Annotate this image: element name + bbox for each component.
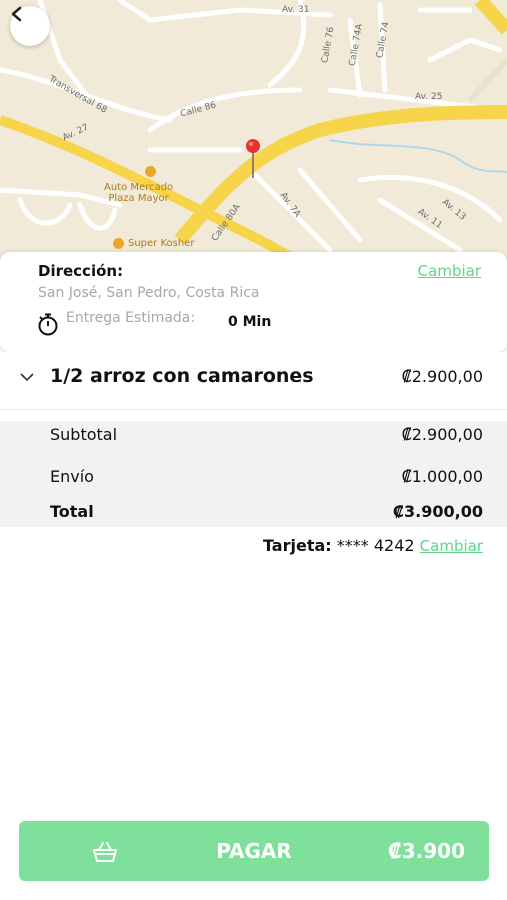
item-name: 1/2 arroz con camarones: [50, 365, 314, 387]
map-view[interactable]: Av. 31 Transversal 68 Av. 27 Calle 86 Ca…: [0, 0, 507, 262]
back-arrow-icon: [11, 6, 22, 22]
poi-label: Auto Mercado Plaza Mayor: [104, 182, 174, 204]
total-value: ₡3.900,00: [392, 502, 483, 521]
item-price: ₡2.900,00: [401, 367, 483, 386]
eta-label: Entrega Estimada:: [66, 310, 196, 326]
order-summary: Subtotal ₡2.900,00 Envío ₡1.000,00 Total…: [0, 421, 507, 527]
street-label: Av. 25: [415, 92, 443, 102]
change-address-link[interactable]: Cambiar: [418, 262, 481, 280]
poi-label: Super Kosher: [128, 238, 195, 249]
shop-icon: [145, 166, 156, 177]
card-number: **** 4242: [336, 536, 415, 555]
subtotal-label: Subtotal: [50, 425, 118, 444]
eta-value: 0 Min: [228, 314, 272, 330]
change-card-link[interactable]: Cambiar: [420, 537, 483, 555]
shipping-label: Envío: [50, 467, 94, 486]
address-title: Dirección:: [38, 262, 124, 280]
subtotal-value: ₡2.900,00: [401, 425, 483, 444]
total-label: Total: [50, 502, 94, 521]
address-text: San José, San Pedro, Costa Rica: [38, 285, 260, 301]
order-item-row[interactable]: 1/2 arroz con camarones ₡2.900,00: [0, 352, 507, 410]
pay-button-amount: ₡3.900: [387, 839, 465, 863]
card-label: Tarjeta:: [262, 536, 332, 555]
shipping-value: ₡1.000,00: [401, 467, 483, 486]
map-pin-icon: [246, 139, 260, 178]
address-card: Dirección: Cambiar San José, San Pedro, …: [0, 252, 507, 352]
shop-icon: [113, 238, 124, 249]
stopwatch-icon: [38, 313, 58, 336]
back-button[interactable]: [10, 6, 50, 46]
payment-method: Tarjeta: **** 4242 Cambiar: [263, 536, 483, 555]
street-label: Av. 31: [282, 5, 310, 15]
chevron-down-icon[interactable]: [19, 371, 35, 383]
pay-button[interactable]: PAGAR ₡3.900: [19, 821, 489, 881]
